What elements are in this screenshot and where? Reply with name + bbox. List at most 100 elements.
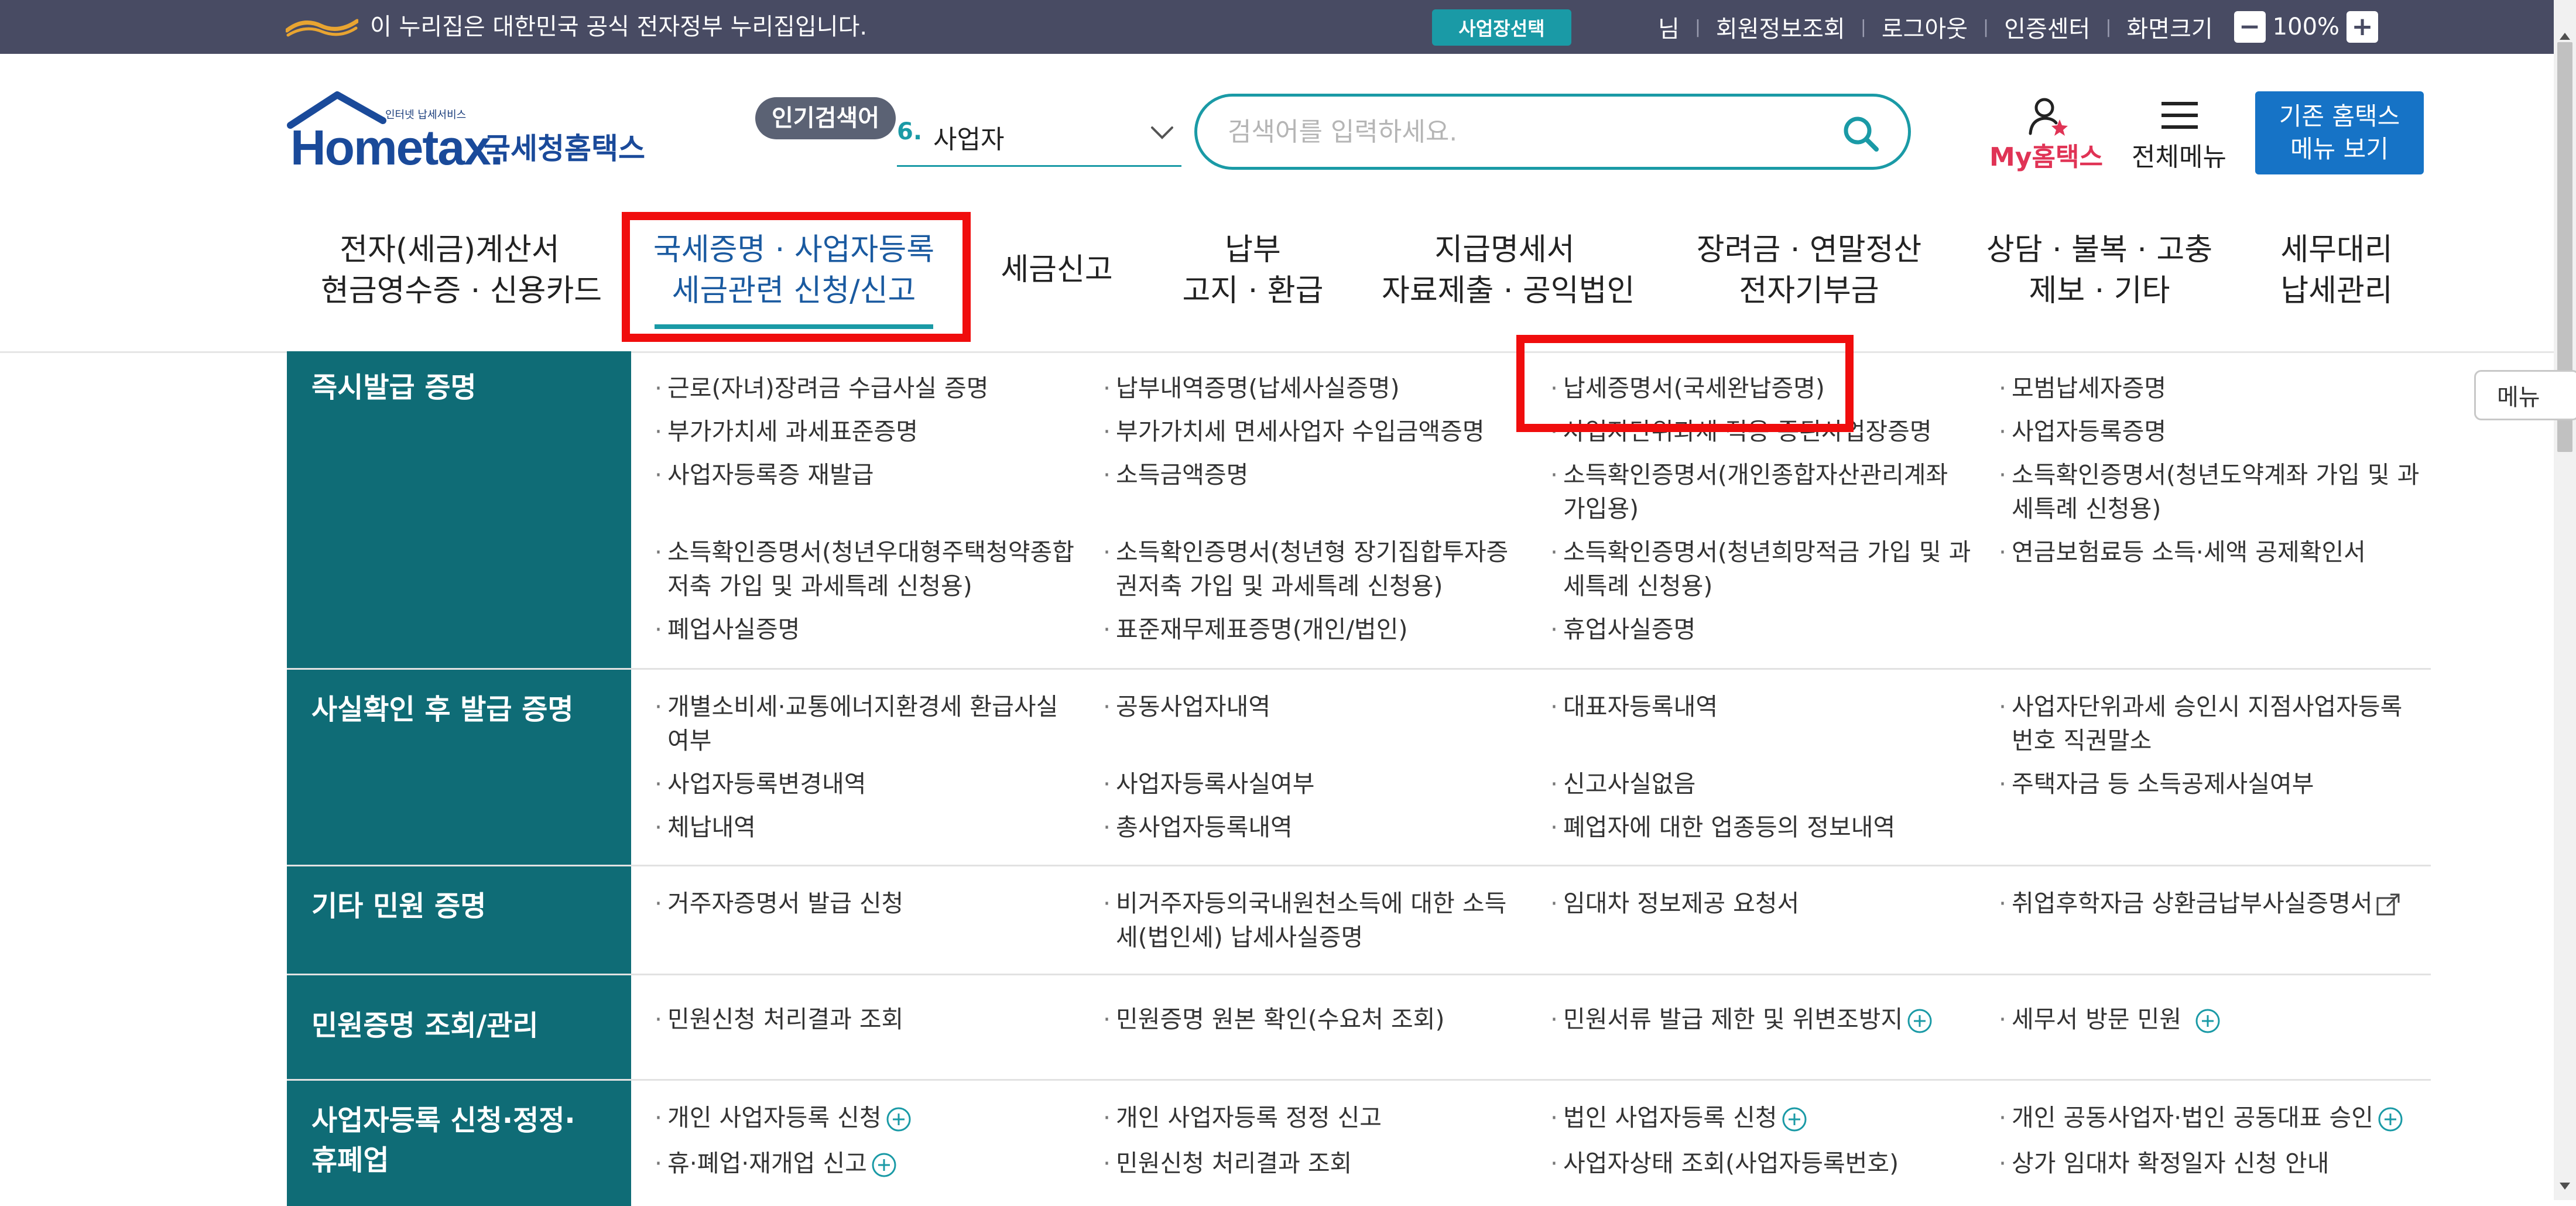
menu-item[interactable]: · 취업후학자금 상환금납부사실증명서: [1999, 886, 2457, 920]
scroll-down-arrow-icon[interactable]: [2560, 1183, 2570, 1190]
chevron-down-icon: [1151, 126, 1173, 139]
business-select-button[interactable]: 사업장선택: [1432, 9, 1571, 46]
all-menu-button[interactable]: 전체메뉴: [2128, 94, 2231, 176]
zoom-out-button[interactable]: −: [2234, 11, 2266, 43]
menu-item[interactable]: · 사업자등록변경내역: [655, 767, 1089, 801]
plus-circle-icon[interactable]: [1781, 1106, 1808, 1133]
menu-item[interactable]: · 부가가치세 면세사업자 수입금액증명: [1103, 414, 1537, 448]
menu-item[interactable]: · 모범납세자증명: [1999, 371, 2433, 405]
menu-item[interactable]: · 사업자등록증명: [1999, 414, 2433, 448]
plus-circle-icon[interactable]: [1906, 1008, 1933, 1034]
menu-item[interactable]: · 개인 사업자등록 신청: [655, 1101, 1089, 1135]
menu-item[interactable]: · 개인 공동사업자·법인 공동대표 승인: [1999, 1101, 2457, 1135]
gnb-line1: 장려금 · 연말정산: [1696, 232, 1922, 268]
zoom-in-button[interactable]: +: [2347, 11, 2379, 43]
menu-item[interactable]: · 휴·폐업·재개업 신고: [655, 1146, 1089, 1180]
menu-item[interactable]: · 부가가치세 과세표준증명: [655, 414, 1089, 448]
menu-item[interactable]: · 공동사업자내역: [1103, 690, 1537, 724]
popular-search-label: 인기검색어: [755, 97, 896, 139]
gnb-tab-e-invoice[interactable]: 전자(세금)계산서 현금영수증 · 신용카드: [321, 229, 602, 321]
section-header: 사업자등록 신청·정정· 휴폐업: [287, 1081, 631, 1206]
menu-item[interactable]: · 표준재무제표증명(개인/법인): [1103, 612, 1537, 646]
menu-item[interactable]: · 연금보험료등 소득·세액 공제확인서: [1999, 535, 2433, 569]
separator: |: [1694, 16, 1701, 37]
menu-item[interactable]: · 법인 사업자등록 신청: [1550, 1101, 1985, 1135]
my-hometax-button[interactable]: My홈택스: [1985, 92, 2108, 174]
menu-item[interactable]: · 사업자상태 조회(사업자등록번호): [1550, 1146, 1985, 1180]
section-title: 민원증명 조회/관리: [311, 1009, 539, 1042]
external-link-icon: [2376, 893, 2400, 916]
plus-circle-icon[interactable]: [885, 1106, 912, 1133]
vertical-scrollbar[interactable]: [2554, 0, 2576, 1200]
menu-item[interactable]: · 상가 임대차 확정일자 신청 안내: [1999, 1146, 2433, 1180]
menu-item[interactable]: · 총사업자등록내역: [1103, 810, 1537, 844]
gov-notice-text: 이 누리집은 대한민국 공식 전자정부 누리집입니다.: [370, 13, 868, 40]
gnb-tab-consultation[interactable]: 상담 · 불복 · 고충 제보 · 기타: [1982, 229, 2217, 321]
menu-item[interactable]: · 소득확인증명서(청년우대형주택청약종합 저축 가입 및 과세특례 신청용): [655, 535, 1089, 603]
menu-item[interactable]: · 사업자등록사실여부: [1103, 767, 1537, 801]
zoom-level: 100%: [2272, 13, 2340, 40]
logo-subtitle: 국세청홈택스: [484, 132, 645, 166]
menu-item[interactable]: · 민원증명 원본 확인(수요처 조회): [1103, 1002, 1537, 1036]
section-header: 민원증명 조회/관리: [287, 975, 631, 1079]
plus-circle-icon[interactable]: [2377, 1106, 2404, 1133]
search-input[interactable]: [1227, 111, 1814, 153]
menu-section-civil-inquiry: 민원증명 조회/관리 · 민원신청 처리결과 조회 · 민원증명 원본 확인(수요처…: [287, 975, 2431, 1081]
menu-item[interactable]: · 비거주자등의국내원천소득에 대한 소득 세(법인세) 납세사실증명: [1103, 886, 1537, 954]
plus-circle-icon[interactable]: [2194, 1008, 2221, 1034]
gnb-line2: 현금영수증 · 신용카드: [321, 273, 602, 309]
section-header: 즉시발급 증명: [287, 351, 631, 668]
menu-item[interactable]: · 소득확인증명서(청년희망적금 가입 및 과 세특례 신청용): [1550, 535, 1985, 603]
menu-item[interactable]: · 소득확인증명서(청년도약계좌 가입 및 과 세특례 신청용): [1999, 458, 2433, 526]
menu-item[interactable]: · 대표자등록내역: [1550, 690, 1985, 724]
user-name: 님: [1658, 16, 1680, 43]
menu-section-other-certificates: 기타 민원 증명 · 거주자증명서 발급 신청 · 비거주자등의국내원천소득에 대한…: [287, 866, 2431, 975]
scroll-up-arrow-icon[interactable]: [2560, 33, 2570, 40]
gnb-tab-payment[interactable]: 납부 고지 · 환급: [1171, 229, 1335, 321]
menu-item[interactable]: · 민원신청 처리결과 조회: [1103, 1146, 1537, 1180]
side-menu-button[interactable]: 메뉴: [2474, 370, 2576, 420]
menu-item[interactable]: · 근로(자녀)장려금 수급사실 증명: [655, 371, 1089, 405]
gnb-tab-payment-statement[interactable]: 지급명세서 자료제출 · 공익법인: [1382, 229, 1635, 321]
gnb-tab-incentive[interactable]: 장려금 · 연말정산 전자기부금: [1692, 229, 1926, 321]
menu-item[interactable]: · 개인 사업자등록 정정 신고: [1103, 1101, 1537, 1135]
menu-item[interactable]: · 소득금액증명: [1103, 458, 1537, 492]
menu-item[interactable]: · 사업자등록증 재발급: [655, 458, 1089, 492]
menu-item[interactable]: · 주택자금 등 소득공제사실여부: [1999, 767, 2433, 801]
menu-item[interactable]: · 사업자단위과세 승인시 지점사업자등록 번호 직권말소: [1999, 690, 2433, 758]
old-menu-line2: 메뉴 보기: [2290, 135, 2389, 163]
section-header: 사실확인 후 발급 증명: [287, 670, 631, 865]
menu-item[interactable]: · 폐업사실증명: [655, 612, 1089, 646]
popular-search-dropdown[interactable]: 6. 사업자: [897, 110, 1181, 167]
section-title: 사실확인 후 발급 증명: [311, 693, 574, 726]
menu-item[interactable]: · 소득확인증명서(청년형 장기집합투자증 권저축 가입 및 과세특례 신청용): [1103, 535, 1537, 603]
old-menu-line1: 기존 홈택스: [2279, 102, 2400, 131]
menu-section-verified-certificates: 사실확인 후 발급 증명 · 개별소비세·교통에너지환경세 환급사실 여부 · 공동사…: [287, 670, 2431, 866]
search-icon[interactable]: [1841, 114, 1880, 153]
gnb-tab-tax-filing[interactable]: 세금신고: [995, 249, 1118, 341]
old-hometax-menu-button[interactable]: 기존 홈택스 메뉴 보기: [2255, 91, 2424, 174]
menu-item[interactable]: · 소득확인증명서(개인종합자산관리계좌 가입용): [1550, 458, 1985, 526]
menu-item[interactable]: · 납부내역증명(납세사실증명): [1103, 371, 1537, 405]
gnb-tab-tax-agent[interactable]: 세무대리 납세관리: [2269, 229, 2404, 321]
menu-item[interactable]: · 신고사실없음: [1550, 767, 1985, 801]
menu-item[interactable]: · 개별소비세·교통에너지환경세 환급사실 여부: [655, 690, 1089, 758]
menu-section-business-registration: 사업자등록 신청·정정· 휴폐업 · 개인 사업자등록 신청 · 개인 사업자등록 정…: [287, 1081, 2433, 1206]
menu-item[interactable]: · 폐업자에 대한 업종등의 정보내역: [1550, 810, 1985, 844]
menu-item[interactable]: · 휴업사실증명: [1550, 612, 1985, 646]
plus-circle-icon[interactable]: [871, 1152, 898, 1178]
menu-item[interactable]: · 거주자증명서 발급 신청: [655, 886, 1089, 920]
menu-item[interactable]: · 임대차 정보제공 요청서: [1550, 886, 1985, 920]
separator: |: [1860, 16, 1866, 37]
menu-item[interactable]: · 세무서 방문 민원: [1999, 1002, 2433, 1036]
member-info-link[interactable]: 회원정보조회: [1716, 10, 1845, 44]
certificate-center-link[interactable]: 인증센터: [2004, 10, 2090, 44]
menu-item[interactable]: · 민원신청 처리결과 조회: [655, 1002, 1089, 1036]
menu-item[interactable]: · 민원서류 발급 제한 및 위변조방지: [1550, 1002, 1985, 1036]
menu-item[interactable]: · 체납내역: [655, 810, 1089, 844]
user-star-icon: [2029, 98, 2068, 136]
hometax-logo[interactable]: 인터넷 납세서비스 Hometax. 국세청홈택스: [287, 89, 662, 177]
highlight-box: [622, 212, 971, 342]
logout-link[interactable]: 로그아웃: [1882, 10, 1968, 44]
all-menu-label: 전체메뉴: [2132, 142, 2226, 172]
